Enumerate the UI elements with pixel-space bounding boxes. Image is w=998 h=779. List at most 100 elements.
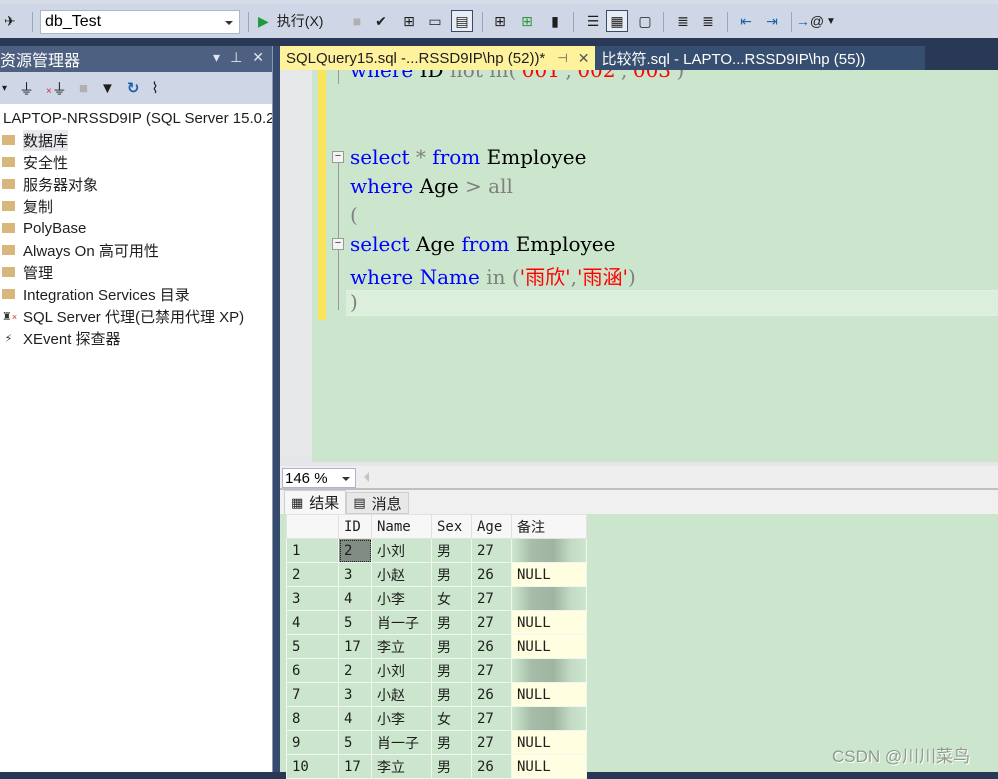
- tree-item-security[interactable]: 安全性: [0, 151, 272, 173]
- name-cell[interactable]: 小赵: [371, 562, 432, 587]
- sex-cell[interactable]: 女: [431, 706, 472, 731]
- sex-cell[interactable]: 男: [431, 562, 472, 587]
- row-number-cell[interactable]: 6: [286, 658, 339, 683]
- sex-cell[interactable]: 男: [431, 610, 472, 635]
- age-cell[interactable]: 27: [471, 610, 512, 635]
- tab-results[interactable]: ▦ 结果: [284, 490, 347, 514]
- table-row[interactable]: 2 3 小赵男 26 NULL: [286, 562, 587, 587]
- note-cell[interactable]: NULL: [511, 562, 587, 587]
- pin-icon[interactable]: ⊥: [230, 49, 242, 66]
- parse-checkmark-icon[interactable]: ✔: [370, 10, 392, 32]
- stop-icon[interactable]: ■: [346, 10, 368, 32]
- age-cell[interactable]: 27: [471, 706, 512, 731]
- note-cell[interactable]: [511, 658, 587, 683]
- panel-splitter[interactable]: [272, 46, 280, 772]
- uncomment-icon[interactable]: ≣: [697, 10, 719, 32]
- id-cell[interactable]: 5: [338, 610, 372, 635]
- close-icon[interactable]: ✕: [578, 50, 590, 67]
- scroll-left-icon[interactable]: [364, 472, 369, 482]
- tree-item-always-on[interactable]: Always On 高可用性: [0, 239, 272, 261]
- connect-plug-icon[interactable]: ⏚: [19, 78, 34, 99]
- tab-sqlquery15[interactable]: SQLQuery15.sql -...RSSD9IP\hp (52))* ⊣ ✕: [280, 46, 596, 70]
- specify-values-icon[interactable]: → @: [796, 10, 824, 32]
- column-header[interactable]: Name: [371, 514, 432, 539]
- age-cell[interactable]: 26: [471, 682, 512, 707]
- id-cell[interactable]: 3: [338, 562, 372, 587]
- tree-item-polybase[interactable]: PolyBase: [0, 217, 272, 239]
- row-number-cell[interactable]: 3: [286, 586, 339, 611]
- age-cell[interactable]: 27: [471, 730, 512, 755]
- age-cell[interactable]: 26: [471, 754, 512, 779]
- age-cell[interactable]: 27: [471, 658, 512, 683]
- table-row[interactable]: 8 4 小李女 27: [286, 706, 587, 731]
- name-cell[interactable]: 李立: [371, 634, 432, 659]
- note-cell[interactable]: NULL: [511, 610, 587, 635]
- row-number-cell[interactable]: 9: [286, 730, 339, 755]
- column-header[interactable]: Age: [471, 514, 512, 539]
- client-stats-icon[interactable]: ▮: [544, 10, 566, 32]
- row-number-cell[interactable]: 1: [286, 538, 339, 563]
- name-cell[interactable]: 李立: [371, 754, 432, 779]
- collapse-icon[interactable]: −: [332, 151, 344, 163]
- comment-icon[interactable]: ≣: [672, 10, 694, 32]
- name-cell[interactable]: 肖一子: [371, 730, 432, 755]
- results-to-text-icon[interactable]: ☰: [582, 10, 604, 32]
- id-cell[interactable]: 2: [338, 658, 372, 683]
- name-cell[interactable]: 小李: [371, 706, 432, 731]
- age-cell[interactable]: 26: [471, 634, 512, 659]
- id-cell[interactable]: 3: [338, 682, 372, 707]
- table-row[interactable]: 10 17 李立男 26 NULL: [286, 754, 587, 779]
- increase-indent-icon[interactable]: ⇥: [761, 10, 783, 32]
- tree-item-xevent[interactable]: ⚡ XEvent 探查器: [0, 327, 272, 349]
- results-to-file-icon[interactable]: ▤: [451, 10, 473, 32]
- estimated-plan-icon[interactable]: ⊞: [398, 10, 420, 32]
- note-cell[interactable]: [511, 706, 587, 731]
- activity-monitor-icon[interactable]: ⌇: [151, 79, 158, 97]
- age-cell[interactable]: 27: [471, 538, 512, 563]
- collapse-icon[interactable]: −: [332, 238, 344, 250]
- column-header[interactable]: 备注: [511, 514, 587, 539]
- decrease-indent-icon[interactable]: ⇤: [735, 10, 757, 32]
- name-cell[interactable]: 小刘: [371, 538, 432, 563]
- window-position-icon[interactable]: ▾: [213, 49, 220, 66]
- table-row[interactable]: 3 4 小李女 27: [286, 586, 587, 611]
- zoom-select[interactable]: 146 %: [282, 468, 356, 488]
- id-cell[interactable]: 17: [338, 754, 372, 779]
- sex-cell[interactable]: 男: [431, 730, 472, 755]
- execute-button[interactable]: ▶ 执行(X): [258, 10, 323, 32]
- row-number-cell[interactable]: 7: [286, 682, 339, 707]
- database-select[interactable]: db_Test: [40, 10, 240, 34]
- table-row[interactable]: 4 5 肖一子男 27 NULL: [286, 610, 587, 635]
- row-number-cell[interactable]: 5: [286, 634, 339, 659]
- row-number-cell[interactable]: 8: [286, 706, 339, 731]
- pin-icon[interactable]: ⊣: [557, 51, 567, 65]
- tree-item-sql-agent[interactable]: ♜× SQL Server 代理(已禁用代理 XP): [0, 305, 272, 327]
- toolbar-overflow-icon[interactable]: ▼: [826, 10, 836, 32]
- results-to-file-alt-icon[interactable]: ▢: [634, 10, 656, 32]
- id-cell[interactable]: 2: [338, 538, 372, 563]
- row-number-cell[interactable]: 4: [286, 610, 339, 635]
- disconnect-icon[interactable]: ×⏚: [46, 78, 67, 99]
- name-cell[interactable]: 肖一子: [371, 610, 432, 635]
- results-grid[interactable]: ID Name Sex Age 备注 1 2 小刘男 27 2 3 小赵男 26 NULL 3 4 小…: [286, 514, 587, 779]
- close-icon[interactable]: ✕: [252, 49, 264, 66]
- note-cell[interactable]: [511, 538, 587, 563]
- tab-comparison[interactable]: 比较符.sql - LAPTO...RSSD9IP\hp (55)): [595, 46, 926, 70]
- table-row[interactable]: 9 5 肖一子男 27 NULL: [286, 730, 587, 755]
- connect-dropdown-icon[interactable]: ▾: [2, 83, 7, 94]
- note-cell[interactable]: [511, 586, 587, 611]
- table-row[interactable]: 7 3 小赵男 26 NULL: [286, 682, 587, 707]
- note-cell[interactable]: NULL: [511, 634, 587, 659]
- sex-cell[interactable]: 男: [431, 754, 472, 779]
- column-header[interactable]: ID: [338, 514, 372, 539]
- sex-cell[interactable]: 男: [431, 658, 472, 683]
- query-editor[interactable]: − − where ID not in('001','002','003') s…: [280, 70, 998, 462]
- tree-server-node[interactable]: LAPTOP-NRSSD9IP (SQL Server 15.0.2: [0, 107, 275, 129]
- sex-cell[interactable]: 男: [431, 634, 472, 659]
- note-cell[interactable]: NULL: [511, 754, 587, 779]
- id-cell[interactable]: 4: [338, 586, 372, 611]
- sex-cell[interactable]: 男: [431, 682, 472, 707]
- query-options-icon[interactable]: ▭: [424, 10, 446, 32]
- id-cell[interactable]: 5: [338, 730, 372, 755]
- note-cell[interactable]: NULL: [511, 730, 587, 755]
